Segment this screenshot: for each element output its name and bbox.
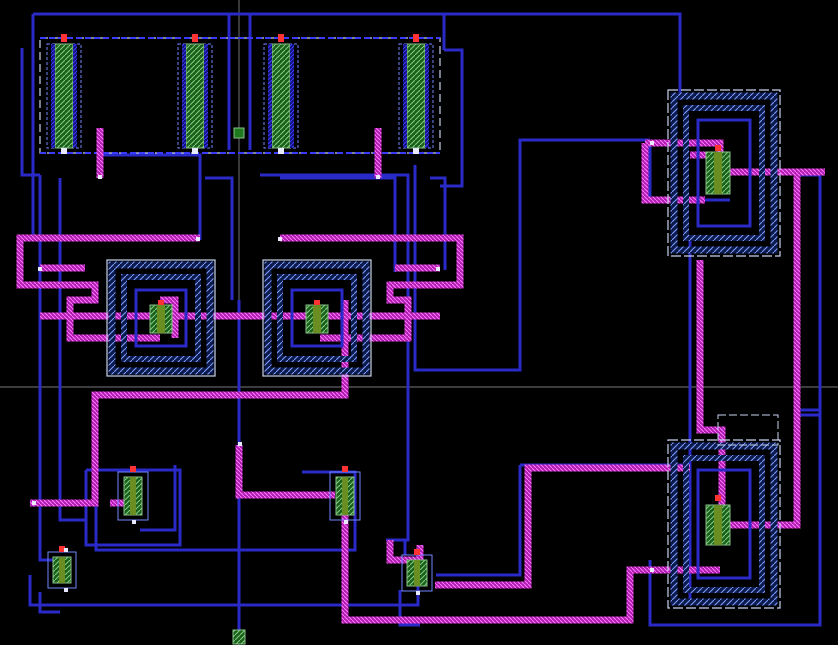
small-transistor-1[interactable] xyxy=(117,466,149,521)
layout-canvas[interactable] xyxy=(0,0,838,645)
finger-3 xyxy=(263,34,299,154)
bottom-pad[interactable] xyxy=(232,629,246,645)
guard-ring-transistor-top-right[interactable] xyxy=(667,89,781,257)
finger-2 xyxy=(177,34,213,154)
guard-ring-transistor-right[interactable] xyxy=(262,259,372,377)
finger-4 xyxy=(398,34,434,154)
guard-ring-transistor-bottom-right[interactable] xyxy=(667,414,781,609)
finger-1 xyxy=(46,34,82,154)
small-transistor-4[interactable] xyxy=(401,549,433,592)
small-transistor-3[interactable] xyxy=(47,546,77,589)
guard-ring-transistor-left[interactable] xyxy=(106,259,216,377)
